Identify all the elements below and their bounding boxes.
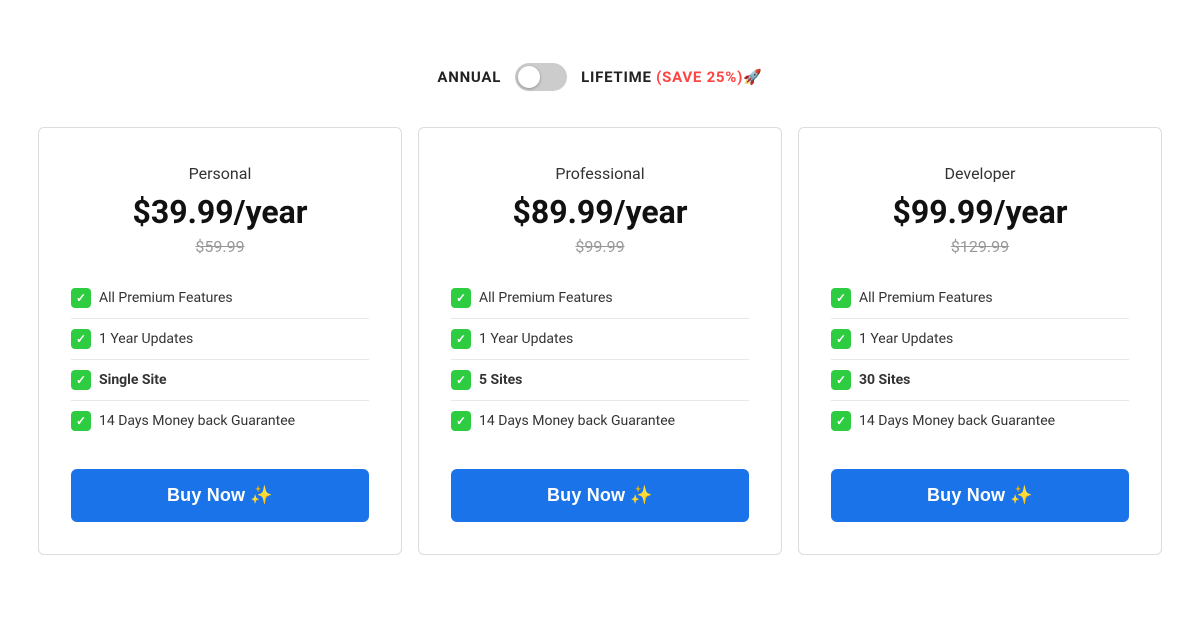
feature-text: 1 Year Updates <box>479 331 573 347</box>
feature-text: All Premium Features <box>479 290 613 306</box>
check-icon: ✓ <box>71 370 91 390</box>
plan-name: Developer <box>945 164 1016 183</box>
feature-text: All Premium Features <box>99 290 233 306</box>
feature-text: 1 Year Updates <box>859 331 953 347</box>
plan-name: Personal <box>189 164 252 183</box>
features-list: ✓ All Premium Features ✓ 1 Year Updates ✓ 30 … <box>831 278 1129 441</box>
check-icon: ✓ <box>451 288 471 308</box>
buy-now-button[interactable]: Buy Now ✨ <box>831 469 1129 522</box>
check-icon: ✓ <box>831 329 851 349</box>
feature-text: 30 Sites <box>859 372 910 388</box>
feature-text: 14 Days Money back Guarantee <box>479 413 675 429</box>
feature-item: ✓ 1 Year Updates <box>71 319 369 360</box>
feature-item: ✓ 14 Days Money back Guarantee <box>451 401 749 441</box>
feature-item: ✓ All Premium Features <box>451 278 749 319</box>
feature-text: 14 Days Money back Guarantee <box>859 413 1055 429</box>
plan-original-price: $59.99 <box>195 237 244 256</box>
check-icon: ✓ <box>71 288 91 308</box>
toggle-switch[interactable] <box>515 63 567 91</box>
check-icon: ✓ <box>831 411 851 431</box>
feature-text: 1 Year Updates <box>99 331 193 347</box>
feature-text: All Premium Features <box>859 290 993 306</box>
check-icon: ✓ <box>831 288 851 308</box>
plan-card-1: Professional $89.99/year $99.99 ✓ All Premiu… <box>418 127 782 555</box>
buy-now-button[interactable]: Buy Now ✨ <box>451 469 749 522</box>
plan-price: $39.99/year <box>133 193 308 231</box>
annual-label: ANNUAL <box>437 68 501 86</box>
features-list: ✓ All Premium Features ✓ 1 Year Updates ✓ Sin… <box>71 278 369 441</box>
feature-item: ✓ 1 Year Updates <box>451 319 749 360</box>
feature-item: ✓ Single Site <box>71 360 369 401</box>
plan-card-2: Developer $99.99/year $129.99 ✓ All Premium … <box>798 127 1162 555</box>
plan-price: $99.99/year <box>893 193 1068 231</box>
plan-original-price: $129.99 <box>951 237 1009 256</box>
feature-text: 14 Days Money back Guarantee <box>99 413 295 429</box>
check-icon: ✓ <box>451 370 471 390</box>
feature-item: ✓ 30 Sites <box>831 360 1129 401</box>
feature-item: ✓ 5 Sites <box>451 360 749 401</box>
features-list: ✓ All Premium Features ✓ 1 Year Updates ✓ 5 S… <box>451 278 749 441</box>
feature-item: ✓ 14 Days Money back Guarantee <box>71 401 369 441</box>
plan-name: Professional <box>555 164 644 183</box>
buy-now-button[interactable]: Buy Now ✨ <box>71 469 369 522</box>
check-icon: ✓ <box>71 411 91 431</box>
lifetime-label: LIFETIME (SAVE 25%)🚀 <box>581 68 763 86</box>
plan-price: $89.99/year <box>513 193 688 231</box>
feature-item: ✓ All Premium Features <box>71 278 369 319</box>
feature-item: ✓ All Premium Features <box>831 278 1129 319</box>
toggle-thumb <box>518 66 540 88</box>
plan-card-0: Personal $39.99/year $59.99 ✓ All Premium Fe… <box>38 127 402 555</box>
plans-container: Personal $39.99/year $59.99 ✓ All Premium Fe… <box>30 127 1170 555</box>
check-icon: ✓ <box>71 329 91 349</box>
plan-original-price: $99.99 <box>575 237 624 256</box>
feature-item: ✓ 1 Year Updates <box>831 319 1129 360</box>
check-icon: ✓ <box>451 411 471 431</box>
billing-toggle: ANNUAL LIFETIME (SAVE 25%)🚀 <box>437 63 762 91</box>
feature-text: 5 Sites <box>479 372 522 388</box>
check-icon: ✓ <box>451 329 471 349</box>
check-icon: ✓ <box>831 370 851 390</box>
feature-text: Single Site <box>99 372 167 388</box>
save-badge: (SAVE 25%)🚀 <box>656 68 762 86</box>
feature-item: ✓ 14 Days Money back Guarantee <box>831 401 1129 441</box>
